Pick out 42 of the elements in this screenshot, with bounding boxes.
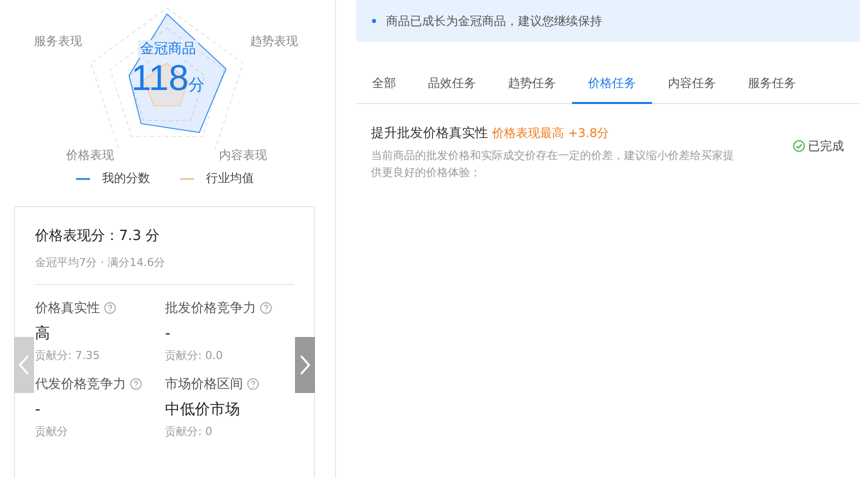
axis-label: 趋势表现 [250, 33, 298, 50]
help-icon[interactable] [260, 302, 272, 314]
contribution-score: 贡献分: 7.35 [35, 348, 101, 363]
notice-text: 商品已成长为金冠商品，建议您继续保持 [386, 12, 602, 30]
task-tab[interactable]: 全部 [356, 68, 412, 104]
task-title: 提升批发价格真实性 价格表现最高 +3.8分 [371, 125, 610, 142]
bullet-icon [372, 19, 376, 23]
help-icon[interactable] [104, 302, 116, 314]
card-subtitle: 金冠平均7分 · 满分14.6分 [35, 255, 294, 285]
task-tab[interactable]: 服务任务 [732, 68, 812, 104]
metric-value: - [165, 323, 172, 343]
metric-value: - [35, 399, 42, 419]
task-tab[interactable]: 价格任务 [572, 68, 652, 104]
metric-label: 批发价格竞争力 [165, 300, 256, 317]
contribution-score: 贡献分 [35, 424, 69, 439]
task-description: 当前商品的批发价格和实际成交价存在一定的价差，建议缩小价差给买家提供更良好的价格体验； [371, 148, 735, 181]
metric-value: 中低价市场 [165, 399, 241, 419]
axis-label: 服务表现 [34, 33, 82, 50]
axis-label: 价格表现 [66, 147, 114, 164]
previous-button[interactable] [14, 337, 34, 393]
metric-value: 高 [35, 323, 51, 343]
task-status: 已完成 [808, 138, 844, 155]
badge-title: 金冠商品 [138, 40, 198, 58]
contribution-score: 贡献分: 0 [165, 424, 214, 439]
help-icon[interactable] [247, 378, 259, 390]
chevron-left-icon [18, 354, 30, 376]
chevron-right-icon [299, 354, 311, 376]
next-button[interactable] [295, 337, 315, 393]
task-tab[interactable]: 品效任务 [412, 68, 492, 104]
contribution-score: 贡献分: 0.0 [165, 348, 224, 363]
metric-label: 价格真实性 [35, 300, 100, 317]
task-tab[interactable]: 内容任务 [652, 68, 732, 104]
task-tab[interactable]: 趋势任务 [492, 68, 572, 104]
help-icon[interactable] [130, 378, 142, 390]
metric-label: 代发价格竞争力 [35, 376, 126, 393]
legend-label: 我的分数 [102, 170, 150, 187]
score-unit: 分 [188, 75, 205, 94]
metric-label: 市场价格区间 [165, 376, 243, 393]
card-title: 价格表现分：7.3 分 [35, 227, 161, 245]
legend-label: 行业均值 [206, 170, 254, 187]
axis-label: 内容表现 [219, 147, 267, 164]
total-score: 118 [131, 57, 189, 98]
